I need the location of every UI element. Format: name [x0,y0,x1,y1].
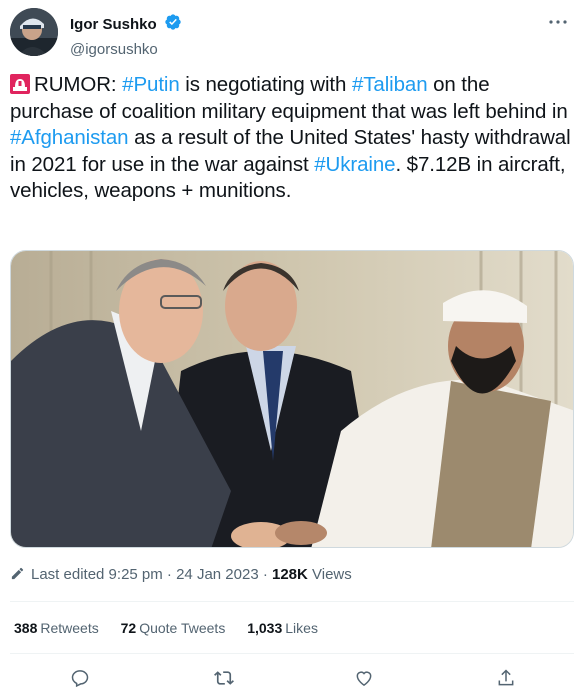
edit-history-line[interactable]: Last edited 9:25 pm · 24 Jan 2023 · 128K… [10,566,352,585]
views-count: 128K [272,566,308,583]
like-icon [356,671,372,686]
verified-badge-icon [164,13,182,36]
tweet-photo[interactable] [10,250,574,548]
author-handle[interactable]: @igorsushko [70,41,182,58]
divider [10,653,574,654]
hashtag-link[interactable]: #Ukraine [314,153,395,176]
more-options-button[interactable] [546,12,570,32]
likes-stat[interactable]: 1,033 Likes [247,620,318,636]
avatar[interactable] [10,8,58,56]
retweet-icon [214,671,234,685]
quotes-count: 72 [120,620,137,636]
quote-tweets-stat[interactable]: 72 Quote Tweets [121,620,226,636]
share-button[interactable] [492,664,520,692]
rotating-light-emoji-icon [10,74,30,94]
retweets-stat[interactable]: 388 Retweets [14,620,99,636]
retweets-label: Retweets [40,620,99,636]
edited-label: Last edited 9:25 pm · 24 Jan 2023 · [31,566,272,583]
hashtag-link[interactable]: #Putin [122,73,180,96]
like-button[interactable] [350,664,378,692]
likes-label: Likes [285,620,318,636]
divider [10,601,574,602]
ellipsis-icon [549,20,567,24]
quotes-label: Quote Tweets [139,620,226,636]
reply-icon [71,670,89,688]
hashtag-link[interactable]: #Afghanistan [10,126,129,149]
share-icon [498,669,514,686]
retweets-count: 388 [14,620,38,636]
hashtag-link[interactable]: #Taliban [352,73,428,96]
author-name[interactable]: Igor Sushko [70,16,157,33]
retweet-button[interactable] [210,664,238,692]
reply-button[interactable] [66,664,94,692]
pencil-icon [10,566,25,585]
views-label: Views [307,566,352,583]
action-bar [0,664,584,692]
photo-image [11,251,573,547]
likes-count: 1,033 [247,620,283,636]
engagement-stats: 388 Retweets 72 Quote Tweets 1,033 Likes [14,620,336,636]
tweet-segment: is negotiating with [179,73,352,96]
tweet-segment: RUMOR: [34,73,123,96]
tweet-header: Igor Sushko @igorsushko [10,8,574,58]
tweet-text: RUMOR: #Putin is negotiating with #Talib… [10,72,578,205]
